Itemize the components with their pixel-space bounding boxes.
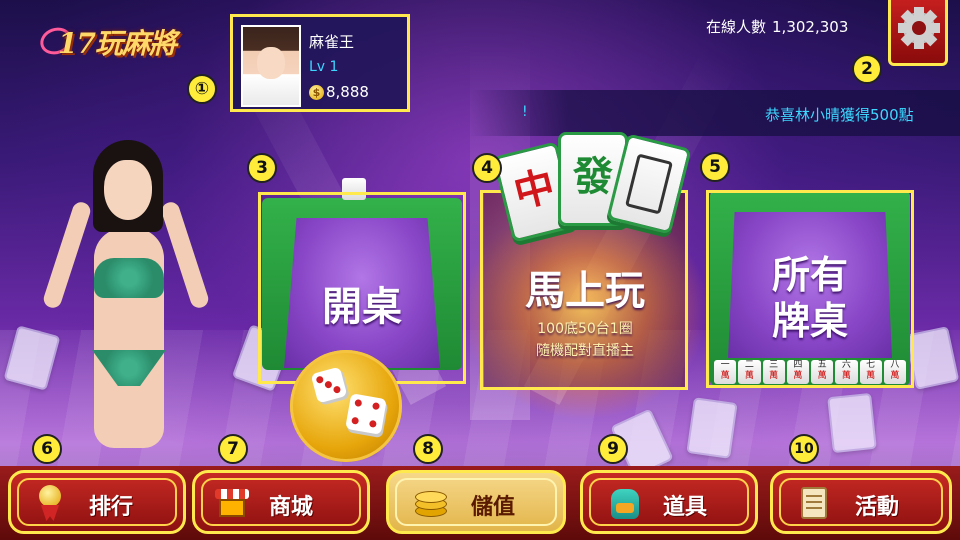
medal-disc — [39, 485, 61, 507]
logo-text: 17玩麻將 — [58, 27, 177, 60]
coin-stack — [415, 491, 447, 503]
die-pip — [315, 375, 325, 384]
gear-tooth — [898, 23, 940, 33]
nav-items-button[interactable]: 道具 — [580, 470, 758, 534]
app-logo: 17玩麻將 — [36, 18, 210, 68]
gear-tooth — [914, 7, 924, 49]
callout-marker-10: 10 — [789, 434, 819, 464]
avatar-face — [257, 47, 285, 79]
floor-tile — [827, 392, 877, 454]
dice-icon — [310, 366, 348, 404]
callout-marker-4: 4 — [472, 153, 502, 183]
callout-marker-5: 5 — [700, 152, 730, 182]
nav-store-label: 商城 — [269, 495, 314, 520]
die-pip — [371, 402, 381, 411]
backpack-pocket — [616, 503, 634, 513]
medal-icon — [33, 485, 67, 521]
die-pip — [354, 398, 363, 408]
nav-ranking-label: 排行 — [89, 495, 134, 520]
gear-icon — [898, 7, 940, 49]
dice-icon — [345, 393, 387, 435]
player-name: 麻雀王 — [309, 33, 355, 51]
scroll-icon — [797, 485, 831, 519]
die-pip — [368, 419, 377, 428]
character-arm — [41, 199, 93, 311]
character-arm — [159, 199, 211, 311]
nav-ranking-button[interactable]: 排行 — [8, 470, 186, 534]
store-awning — [215, 489, 249, 499]
player-coins: 8,888 — [326, 83, 369, 101]
backpack-icon — [607, 485, 641, 519]
ticker-text: 恭喜林小晴獲得500點 — [765, 106, 914, 124]
scroll-paper — [801, 487, 827, 519]
settings-button[interactable] — [888, 0, 948, 66]
nav-store-button[interactable]: 商城 — [192, 470, 370, 534]
nav-items-label: 道具 — [663, 495, 708, 520]
callout-marker-6: 6 — [32, 434, 62, 464]
online-count: 在線人數 1,302,303 — [706, 16, 848, 37]
online-label: 在線人數 — [706, 18, 767, 36]
white-dragon-frame — [625, 153, 673, 215]
nav-topup-label: 儲值 — [471, 495, 516, 520]
callout-marker-3: 3 — [247, 153, 277, 183]
character-face — [104, 160, 152, 220]
dice-coin — [290, 350, 402, 462]
nav-events-label: 活動 — [855, 495, 900, 520]
callout-marker-7: 7 — [218, 434, 248, 464]
nav-topup-button[interactable]: 儲值 — [386, 470, 566, 534]
die-pip — [324, 380, 333, 389]
online-number: 1,302,303 — [772, 18, 849, 36]
ticker-mark: ! — [522, 104, 528, 120]
callout-marker-9: 9 — [598, 434, 628, 464]
host-character-image — [41, 140, 211, 480]
player-avatar — [241, 25, 301, 107]
player-profile-card[interactable]: 麻雀王 Lv 1 $ 8,888 — [230, 14, 410, 112]
nav-events-button[interactable]: 活動 — [770, 470, 952, 534]
store-icon — [215, 485, 249, 519]
medal-ribbon — [41, 505, 59, 521]
callout-marker-2: 2 — [852, 54, 882, 84]
callout-marker-1: ① — [187, 74, 217, 104]
die-pip — [332, 385, 342, 394]
store-front — [219, 499, 245, 517]
character-swimsuit-top — [94, 258, 164, 298]
player-level: Lv 1 — [309, 59, 339, 75]
coins-icon — [413, 485, 447, 519]
callout-marker-8: 8 — [413, 434, 443, 464]
scroll-lines — [806, 495, 822, 497]
coin-icon: $ — [309, 85, 324, 100]
highlight-frame — [706, 190, 914, 388]
die-pip — [351, 416, 360, 425]
